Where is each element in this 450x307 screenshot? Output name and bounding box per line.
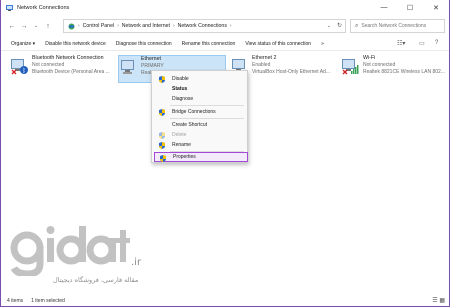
breadcrumb-separator: › — [229, 23, 232, 29]
menu-separator — [170, 105, 244, 106]
watermark-domain: .ir — [131, 257, 142, 268]
menu-item-diagnose[interactable]: Diagnose — [152, 94, 247, 104]
menu-item-rename[interactable]: Rename — [152, 140, 247, 150]
search-box[interactable]: ⌕ — [350, 19, 445, 33]
context-menu: Disable Status Diagnose Bridge Connectio… — [151, 70, 248, 163]
network-folder-icon — [6, 4, 13, 11]
rename-connection-button[interactable]: Rename this connection — [182, 41, 236, 47]
connection-name: Wi-Fi — [363, 55, 376, 61]
menu-item-status[interactable]: Status — [152, 84, 247, 94]
connection-name: Ethernet — [141, 56, 162, 62]
connection-status: PRIMARY — [141, 63, 164, 69]
control-panel-icon — [68, 23, 75, 29]
menu-item-label: Diagnose — [172, 96, 194, 102]
organize-button[interactable]: Organize ▾ — [11, 41, 35, 47]
network-connections-window: Network Connections — ☐ ✕ ← → ⌄ ↑ › Cont… — [0, 0, 450, 307]
window-title: Network Connections — [17, 4, 70, 11]
connection-device: Realtek 8821CE Wireless LAN 802... — [363, 69, 445, 75]
uac-shield-icon — [159, 132, 165, 139]
gidat-logo — [10, 226, 130, 276]
title-bar: Network Connections — ☐ ✕ — [1, 0, 449, 15]
address-dropdown-icon[interactable]: ⌄ — [327, 23, 331, 29]
search-icon: ⌕ — [355, 22, 359, 29]
ethernet-network-icon — [121, 60, 134, 74]
minimize-button[interactable]: — — [371, 0, 397, 15]
help-icon[interactable]: ? — [435, 40, 438, 46]
menu-item-create-shortcut[interactable]: Create Shortcut — [152, 120, 247, 130]
connections-list: ᛒ Bluetooth Network Connection Not conne… — [1, 52, 449, 293]
menu-item-label: Disable — [172, 76, 189, 82]
maximize-button[interactable]: ☐ — [397, 0, 423, 15]
wifi-network-icon — [342, 59, 359, 75]
view-toggle-icons[interactable]: ☰ ▦ — [432, 297, 445, 304]
connection-device: VirtualBox Host-Only Ethernet Ad... — [252, 69, 331, 75]
more-commands-button[interactable]: » — [321, 41, 324, 47]
recent-dropdown-icon[interactable]: ⌄ — [30, 20, 42, 32]
menu-item-label: Create Shortcut — [172, 122, 208, 128]
connection-device: Bluetooth Device (Personal Area ... — [32, 69, 110, 75]
connection-name: Ethernet 2 — [252, 55, 277, 61]
menu-item-label: Status — [172, 86, 188, 92]
watermark-subtitle: مقاله فارسی، فروشگاه دیجیتال — [53, 276, 139, 284]
menu-item-bridge-connections[interactable]: Bridge Connections — [152, 107, 247, 117]
uac-shield-icon — [159, 142, 165, 149]
diagnose-connection-button[interactable]: Diagnose this connection — [116, 41, 172, 47]
close-button[interactable]: ✕ — [423, 0, 449, 15]
item-count: 4 items — [7, 297, 24, 304]
menu-item-label: Bridge Connections — [172, 109, 216, 115]
menu-separator — [170, 118, 244, 119]
breadcrumb-network-connections[interactable]: Network Connections — [178, 23, 227, 29]
window-controls: — ☐ ✕ — [371, 0, 449, 15]
connection-bluetooth[interactable]: ᛒ Bluetooth Network Connection Not conne… — [10, 55, 113, 83]
menu-item-properties[interactable]: Properties — [154, 152, 248, 162]
connection-name: Bluetooth Network Connection — [32, 55, 104, 61]
status-bar: 4 items 1 item selected ☰ ▦ — [1, 295, 449, 306]
uac-shield-icon — [159, 109, 165, 116]
uac-shield-icon — [160, 155, 166, 162]
menu-item-label: Properties — [173, 154, 196, 160]
gidat-watermark: .ir مقاله فارسی، فروشگاه دیجیتال — [9, 224, 169, 292]
uac-shield-icon — [159, 76, 165, 83]
command-toolbar: Organize ▾ Disable this network device D… — [1, 38, 449, 51]
address-row: ← → ⌄ ↑ › Control Panel › Network and In… — [1, 16, 449, 36]
breadcrumb-network-and-internet[interactable]: Network and Internet — [122, 23, 170, 29]
refresh-icon[interactable]: ↻ — [337, 22, 342, 29]
disable-device-button[interactable]: Disable this network device — [45, 41, 106, 47]
connection-status: Not connected — [32, 62, 65, 68]
breadcrumb-control-panel[interactable]: Control Panel — [83, 23, 114, 29]
svg-text:ᛒ: ᛒ — [22, 68, 26, 75]
breadcrumb-separator: › — [78, 23, 80, 29]
menu-item-label: Rename — [172, 142, 191, 148]
menu-item-label: Delete — [172, 132, 187, 138]
view-options-icon[interactable]: ☷▾ — [397, 40, 405, 47]
bluetooth-network-icon: ᛒ — [11, 59, 28, 75]
breadcrumb-separator: › — [172, 23, 175, 29]
preview-pane-icon[interactable]: ▭ — [419, 40, 425, 47]
view-status-button[interactable]: View status of this connection — [245, 41, 311, 47]
menu-item-delete: Delete — [152, 130, 247, 140]
address-bar[interactable]: › Control Panel › Network and Internet ›… — [63, 19, 346, 33]
selection-count: 1 item selected — [31, 297, 65, 304]
connection-status: Not connected — [363, 62, 396, 68]
search-input[interactable] — [361, 23, 442, 29]
breadcrumb-separator: › — [117, 23, 119, 29]
up-arrow-icon[interactable]: ↑ — [42, 20, 54, 32]
menu-item-disable[interactable]: Disable — [152, 74, 247, 84]
back-arrow-icon[interactable]: ← — [6, 20, 18, 32]
forward-arrow-icon[interactable]: → — [18, 20, 30, 32]
connection-status: Enabled — [252, 62, 271, 68]
connection-wifi[interactable]: Wi-Fi Not connected Realtek 8821CE Wirel… — [341, 55, 445, 83]
